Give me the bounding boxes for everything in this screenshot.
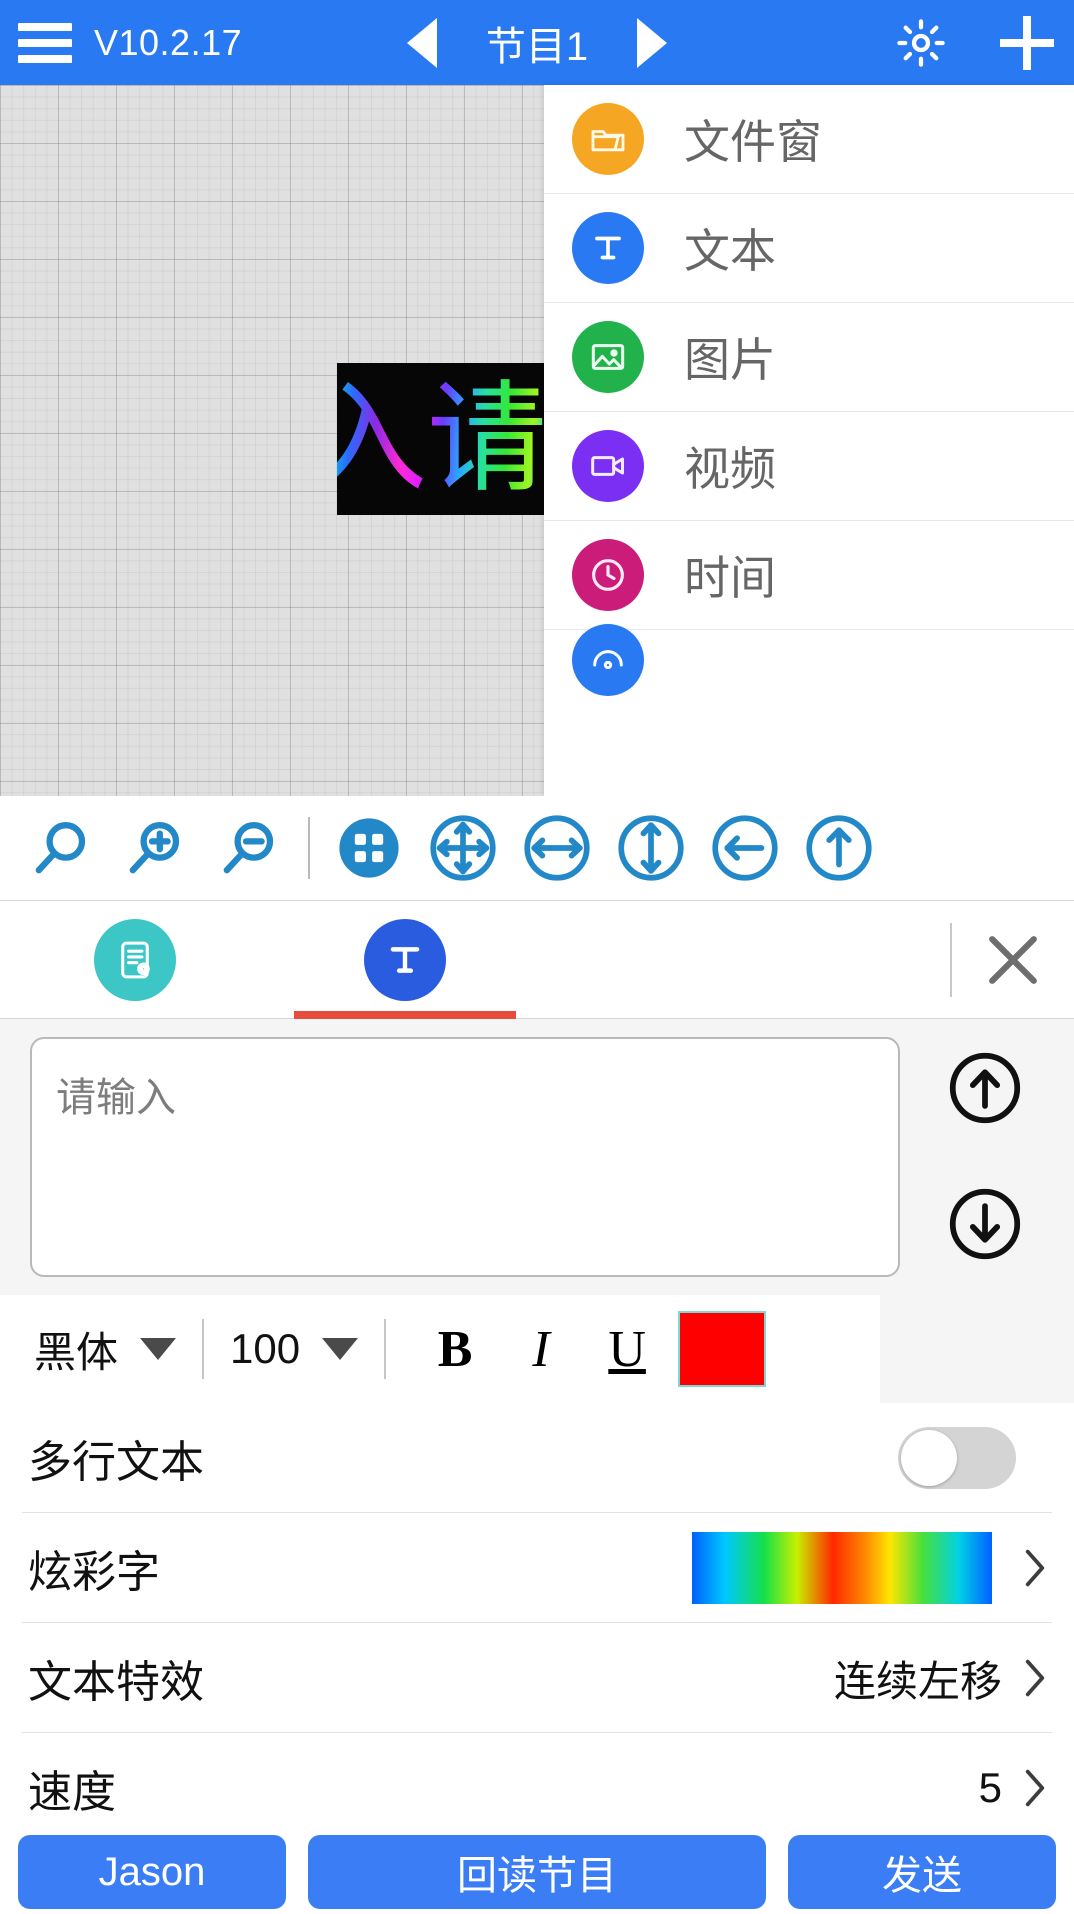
send-button[interactable]: 发送 (788, 1835, 1056, 1909)
menu-item-label: 图片 (684, 334, 776, 386)
device-button[interactable]: Jason (18, 1835, 286, 1909)
text-content-input[interactable] (30, 1037, 900, 1277)
program-name-label: 节目1 (485, 24, 589, 69)
option-value: 连续左移 (833, 1657, 1002, 1705)
font-family-value: 黑体 (34, 1328, 119, 1376)
triangle-left-icon[interactable] (407, 17, 437, 68)
option-row-text-effect[interactable]: 文本特效 连续左移 (0, 1623, 1074, 1733)
led-preview-text: 入请 (337, 379, 547, 499)
menu-item-file-window[interactable]: 文件窗 (544, 85, 1074, 194)
toggle-knob (901, 1430, 957, 1486)
chevron-down-icon (322, 1338, 359, 1360)
font-toolbar-divider (384, 1319, 387, 1379)
option-row-colorful-text[interactable]: 炫彩字 (0, 1513, 1074, 1623)
font-toolbar-divider (202, 1319, 205, 1379)
font-toolbar: 黑体 100 B I U (0, 1295, 1074, 1403)
option-label: 文本特效 (28, 1658, 204, 1707)
plus-icon[interactable] (1000, 15, 1054, 70)
font-family-dropdown[interactable]: 黑体 (0, 1319, 177, 1380)
menu-item-video[interactable]: 视频 (544, 412, 1074, 521)
tab-text[interactable] (270, 901, 540, 1019)
font-size-value: 100 (230, 1325, 301, 1372)
tab-close-area (950, 901, 1074, 1019)
dial-icon (572, 624, 644, 696)
property-tab-bar (0, 901, 1074, 1019)
add-element-menu[interactable]: 文件窗 文本 图片 视频 时间 (544, 85, 1074, 796)
zoom-fit-icon[interactable] (14, 801, 108, 895)
underline-button[interactable]: U (584, 1320, 670, 1379)
hamburger-menu-icon[interactable] (18, 22, 72, 63)
grid-icon[interactable] (322, 801, 416, 895)
chevron-down-icon (140, 1338, 177, 1360)
document-gear-icon (94, 918, 176, 1001)
option-label: 炫彩字 (28, 1548, 160, 1597)
readback-program-button[interactable]: 回读节目 (308, 1835, 766, 1909)
menu-item-label: 文本 (684, 225, 776, 277)
align-left-icon[interactable] (698, 801, 792, 895)
clock-icon (572, 539, 644, 611)
tab-divider (950, 923, 952, 997)
zoom-in-icon[interactable] (108, 801, 202, 895)
close-icon[interactable] (974, 921, 1052, 999)
zoom-out-icon[interactable] (202, 801, 296, 895)
app-version-label: V10.2.17 (94, 21, 243, 63)
italic-button[interactable]: I (498, 1320, 584, 1379)
bottom-action-bar: Jason 回读节目 发送 (0, 1830, 1074, 1914)
video-icon (572, 430, 644, 502)
option-value: 5 (978, 1764, 1002, 1811)
menu-item-image[interactable]: 图片 (544, 303, 1074, 412)
menu-item-label: 时间 (684, 552, 776, 604)
multiline-toggle[interactable] (898, 1427, 1016, 1489)
menu-item-text[interactable]: 文本 (544, 194, 1074, 303)
text-color-swatch[interactable] (678, 1311, 767, 1387)
menu-item-label: 文件窗 (684, 116, 822, 168)
chevron-right-icon (1025, 1769, 1045, 1807)
triangle-right-icon[interactable] (637, 17, 667, 68)
canvas-zoom-toolbar (0, 796, 1074, 901)
fit-height-icon[interactable] (604, 801, 698, 895)
fit-width-icon[interactable] (510, 801, 604, 895)
text-t-icon (364, 918, 446, 1001)
tab-program-settings[interactable] (0, 901, 270, 1019)
menu-item-dial[interactable] (544, 624, 1074, 696)
font-toolbar-inner: 黑体 100 B I U (0, 1295, 880, 1403)
menu-item-label: 视频 (684, 443, 776, 495)
image-icon (572, 321, 644, 393)
chevron-right-icon (1025, 1549, 1045, 1587)
option-row-multiline[interactable]: 多行文本 (0, 1403, 1074, 1513)
option-label: 速度 (28, 1768, 116, 1817)
text-scroll-controls (900, 1037, 1070, 1277)
align-top-icon[interactable] (792, 801, 886, 895)
top-app-bar: V10.2.17 节目1 (0, 0, 1074, 85)
gear-icon[interactable] (894, 16, 948, 70)
font-size-dropdown[interactable]: 100 (230, 1325, 359, 1373)
text-t-icon (572, 212, 644, 284)
app-root: V10.2.17 节目1 入请 文件窗 文本 图片 视频 时间 请输入 黑体 1… (0, 0, 1074, 1914)
option-row-speed[interactable]: 速度 5 (0, 1733, 1074, 1843)
chevron-right-icon (1025, 1659, 1045, 1697)
bold-button[interactable]: B (412, 1320, 498, 1379)
top-bar-actions (894, 0, 1054, 85)
option-label: 多行文本 (28, 1438, 204, 1487)
rainbow-gradient-swatch[interactable] (692, 1532, 992, 1604)
circle-arrow-down-icon[interactable] (942, 1181, 1028, 1267)
fit-all-icon[interactable] (416, 801, 510, 895)
toolbar-divider (308, 817, 310, 879)
folder-icon (572, 103, 644, 175)
circle-arrow-up-icon[interactable] (942, 1045, 1028, 1131)
text-options-list: 多行文本 炫彩字 文本特效 连续左移 速度 5 (0, 1403, 1074, 1843)
menu-item-time[interactable]: 时间 (544, 521, 1074, 630)
text-input-area (0, 1019, 1074, 1295)
